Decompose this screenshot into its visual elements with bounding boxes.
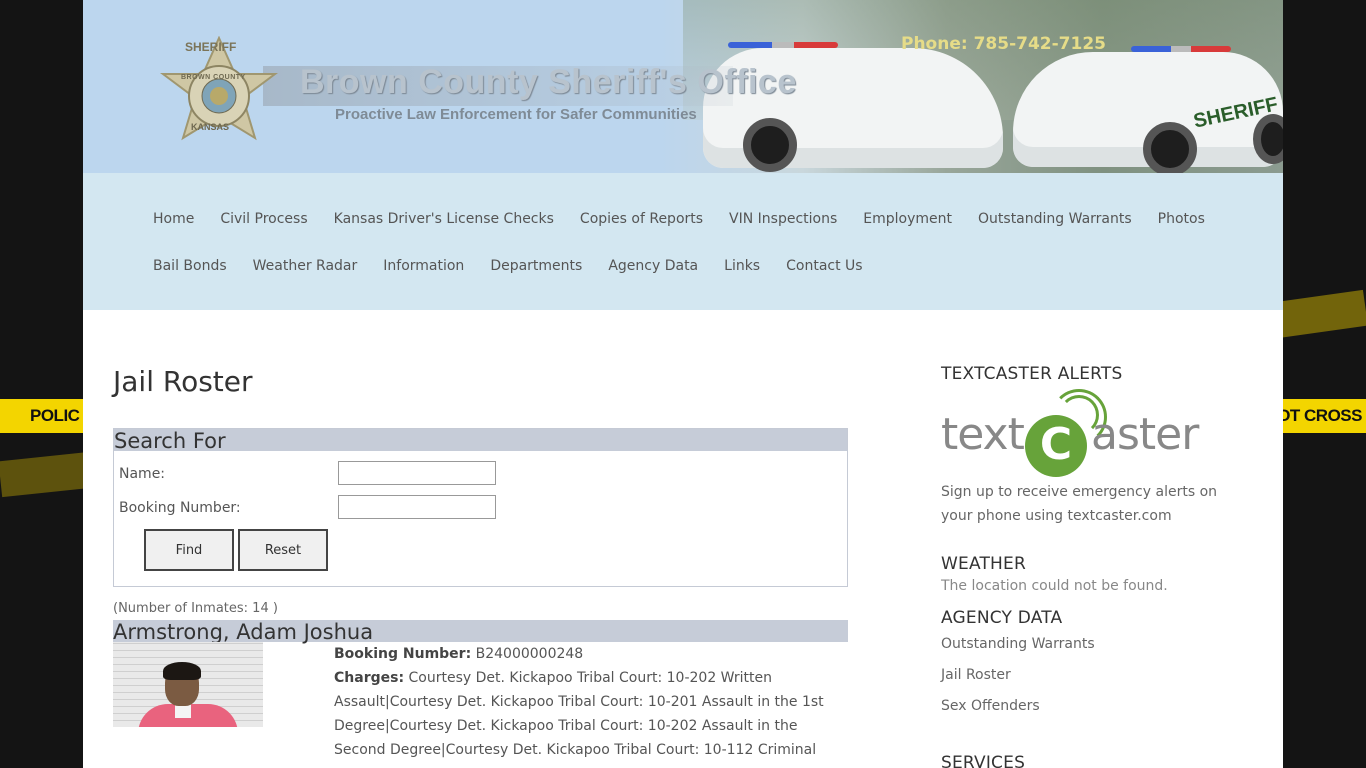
textcaster-logo[interactable]: text C aster (941, 389, 1241, 477)
nav-item-weather-radar[interactable]: Weather Radar (253, 258, 358, 274)
textcaster-logo-c: C (1025, 415, 1087, 477)
police-tape-text-left: POLIC (30, 406, 80, 425)
find-button[interactable]: Find (144, 529, 234, 571)
weather-message: The location could not be found. (941, 578, 1168, 594)
inmate-mugshot[interactable] (113, 642, 263, 727)
nav-row-2: Bail Bonds Weather Radar Information Dep… (153, 258, 1213, 305)
wheel (1253, 114, 1283, 164)
charges-value: Courtesy Det. Kickapoo Tribal Court: 10-… (334, 670, 824, 758)
nav-item-drivers-license-checks[interactable]: Kansas Driver's License Checks (334, 211, 554, 227)
badge-text-state: KANSAS (191, 122, 230, 132)
services-heading: SERVICES (941, 753, 1026, 768)
nav-item-information[interactable]: Information (383, 258, 464, 274)
sidebar-link-outstanding-warrants[interactable]: Outstanding Warrants (941, 636, 1241, 667)
nav-item-departments[interactable]: Departments (490, 258, 582, 274)
inmate-name-heading[interactable]: Armstrong, Adam Joshua (113, 620, 848, 644)
inmate-details: Booking Number: B24000000248 Charges: Co… (334, 642, 834, 762)
main-content: Jail Roster Search For Name: Booking Num… (113, 340, 848, 758)
textcaster-description: Sign up to receive emergency alerts on y… (941, 484, 1218, 524)
agency-data-heading: AGENCY DATA (941, 608, 1063, 628)
booking-number-label: Booking Number: (119, 500, 241, 516)
badge-text-county: BROWN COUNTY (181, 74, 246, 81)
booking-number-field-label: Booking Number: (334, 646, 472, 662)
nav-row-1: Home Civil Process Kansas Driver's Licen… (153, 211, 1213, 258)
sidebar-link-sex-offenders[interactable]: Sex Offenders (941, 698, 1241, 729)
mugshot-hair (163, 662, 201, 680)
search-heading: Search For (114, 429, 847, 453)
charges-row: Charges: Courtesy Det. Kickapoo Tribal C… (334, 666, 834, 762)
agency-data-links: Outstanding Warrants Jail Roster Sex Off… (941, 636, 1241, 729)
nav-item-photos[interactable]: Photos (1158, 211, 1205, 227)
badge-text-top: SHERIFF (185, 40, 237, 54)
booking-number-value: B24000000248 (475, 646, 584, 662)
nav-item-vin-inspections[interactable]: VIN Inspections (729, 211, 837, 227)
page: SHERIFF Phone: 785-742-7125 SHERIFF BROW… (83, 0, 1283, 768)
site-title[interactable]: Brown County Sheriff's Office (300, 63, 797, 102)
nav-item-contact-us[interactable]: Contact Us (786, 258, 862, 274)
nav-item-links[interactable]: Links (724, 258, 760, 274)
patrol-car-image: SHERIFF (1013, 52, 1283, 173)
nav-item-bail-bonds[interactable]: Bail Bonds (153, 258, 227, 274)
textcaster-heading: TEXTCASTER ALERTS (941, 364, 1123, 384)
search-form: Search For Name: Booking Number: Find Re… (113, 428, 848, 587)
name-label: Name: (119, 466, 166, 482)
page-title: Jail Roster (113, 365, 253, 398)
nav-item-copies-of-reports[interactable]: Copies of Reports (580, 211, 703, 227)
mugshot-collar (175, 704, 191, 718)
nav-item-agency-data[interactable]: Agency Data (608, 258, 698, 274)
name-input[interactable] (338, 461, 496, 485)
reset-button[interactable]: Reset (238, 529, 328, 571)
site-subtitle: Proactive Law Enforcement for Safer Comm… (335, 106, 697, 123)
weather-heading: WEATHER (941, 554, 1026, 574)
wheel (1143, 122, 1197, 173)
inmate-count: (Number of Inmates: 14 ) (113, 601, 278, 616)
textcaster-logo-text-right: aster (1091, 409, 1199, 460)
main-navigation: Home Civil Process Kansas Driver's Licen… (83, 173, 1283, 310)
site-header: SHERIFF Phone: 785-742-7125 SHERIFF BROW… (83, 0, 1283, 173)
sidebar: TEXTCASTER ALERTS text C aster Sign up t… (941, 364, 1241, 768)
police-tape-text-right: OT CROSS (1277, 406, 1362, 425)
sidebar-link-jail-roster[interactable]: Jail Roster (941, 667, 1241, 698)
header-phone[interactable]: Phone: 785-742-7125 (901, 34, 1106, 54)
sheriff-star-badge-icon (160, 36, 278, 141)
charges-field-label: Charges: (334, 670, 405, 686)
nav-item-outstanding-warrants[interactable]: Outstanding Warrants (978, 211, 1132, 227)
nav-item-employment[interactable]: Employment (863, 211, 952, 227)
booking-number-input[interactable] (338, 495, 496, 519)
textcaster-logo-text-left: text (941, 409, 1025, 460)
booking-number-row: Booking Number: B24000000248 (334, 642, 834, 666)
nav-item-home[interactable]: Home (153, 211, 194, 227)
wheel (743, 118, 797, 172)
nav-item-civil-process[interactable]: Civil Process (220, 211, 307, 227)
